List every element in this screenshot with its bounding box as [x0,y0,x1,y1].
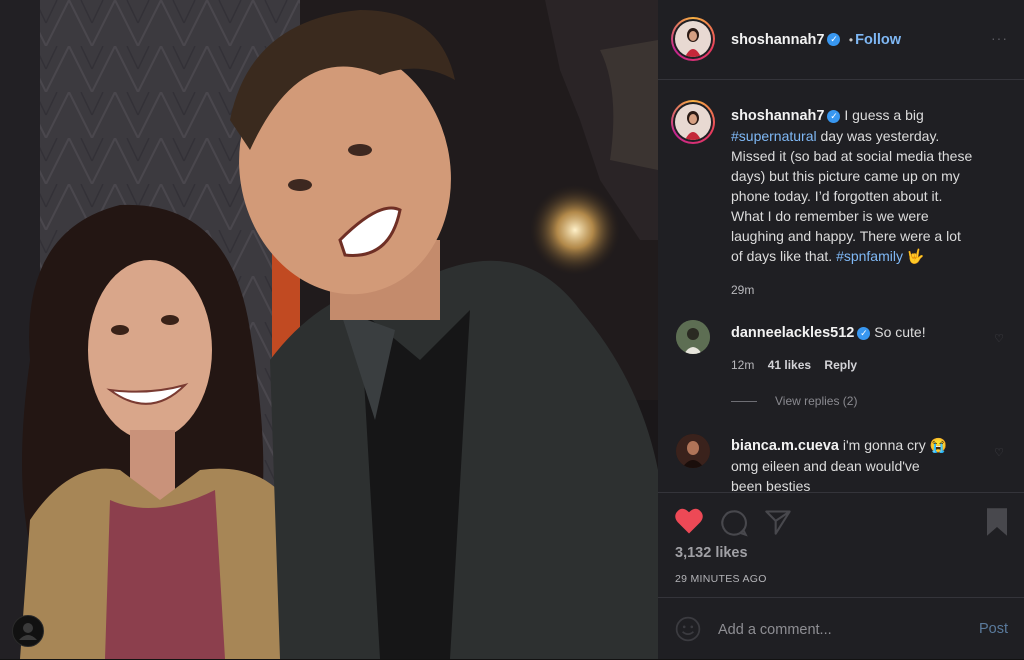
emoji-picker-icon[interactable] [675,616,701,647]
post-actions-bar: 3,132 likes 29 MINUTES AGO [658,492,1024,598]
comment-item: bianca.m.cueva i'm gonna cry 😭 omg eilee… [731,435,1001,492]
comment-like-icon[interactable]: ♡ [994,332,1004,345]
comment-likes[interactable]: 41 likes [768,358,811,372]
likes-count[interactable]: 3,132 likes [675,545,748,561]
post-header: shoshannah7 ✓ • Follow ··· [658,0,1024,80]
comment-username[interactable]: bianca.m.cueva [731,438,839,454]
caption-avatar-ring[interactable] [671,100,715,144]
author-avatar[interactable] [675,21,711,57]
commenter-avatar[interactable] [676,434,710,468]
more-options-icon[interactable]: ··· [991,30,1008,46]
comment-reply-button[interactable]: Reply [824,358,857,372]
caption-line: #supernatural day was yesterday. [731,126,1006,146]
comments-scroll-area[interactable]: shoshannah7 ✓ I guess a big #supernatural… [658,80,1024,492]
tagged-users-icon[interactable] [12,615,44,647]
comment-item: danneelackles512 ✓ So cute! 12m 41 likes … [731,322,1001,411]
comment-bubble-icon[interactable] [720,509,748,542]
view-replies-button[interactable]: View replies (2) [731,391,1001,411]
caption-line: laughing and happy. There were a lot [731,228,961,244]
follow-separator: • [848,33,854,47]
caption-text: day was yesterday. [816,128,940,144]
comment-text: i'm gonna cry 😭 [842,437,948,453]
add-comment-bar: Post [658,597,1024,660]
comment-username[interactable]: danneelackles512 [731,325,854,341]
caption-line: Missed it (so bad at social media these [731,148,973,164]
like-heart-icon[interactable] [674,507,704,540]
verified-badge-icon: ✓ [827,33,841,47]
author-username[interactable]: shoshannah7 [731,32,824,48]
post-photo-illustration [0,0,658,659]
caption-emoji: 🤟 [902,248,925,264]
verified-badge-icon: ✓ [857,326,871,340]
comment-text: So cute! [874,324,926,340]
commenter-avatar[interactable] [676,320,710,354]
caption-line: What I do remember is we were [731,208,929,224]
post-photo[interactable] [0,0,658,659]
caption-line: of days like that. #spnfamily 🤟 [731,246,1006,266]
caption-line: phone today. I’d forgotten about it. [731,188,943,204]
post-side-panel: shoshannah7 ✓ • Follow ··· shoshannah7 ✓ I … [658,0,1024,659]
caption-line: days) but this picture came up on my [731,168,960,184]
post-caption: shoshannah7 ✓ I guess a big #supernatural… [731,105,1006,300]
comment-text: been besties [731,478,811,492]
comment-time[interactable]: 12m [731,358,754,372]
hashtag-link[interactable]: #spnfamily [836,248,903,264]
share-icon[interactable] [764,509,792,540]
caption-text: of days like that. [731,248,837,264]
comment-line: bianca.m.cueva i'm gonna cry 😭 [731,435,1001,456]
add-comment-input[interactable] [716,616,960,644]
save-bookmark-icon[interactable] [984,507,1010,542]
author-avatar-ring[interactable] [671,17,715,61]
follow-button[interactable]: Follow [855,32,901,48]
comment-text: omg eileen and dean would've [731,458,920,474]
view-replies-label: View replies (2) [775,394,858,408]
verified-badge-icon: ✓ [827,109,841,123]
caption-avatar[interactable] [675,104,711,140]
post-timestamp[interactable]: 29 MINUTES AGO [675,573,767,585]
caption-username[interactable]: shoshannah7 [731,108,824,124]
comment-like-icon[interactable]: ♡ [994,446,1004,459]
post-comment-button[interactable]: Post [979,621,1008,637]
caption-time[interactable]: 29m [731,280,1006,300]
caption-line: shoshannah7 ✓ I guess a big [731,105,1006,126]
hashtag-link[interactable]: #supernatural [731,128,817,144]
caption-text: I guess a big [844,107,924,123]
